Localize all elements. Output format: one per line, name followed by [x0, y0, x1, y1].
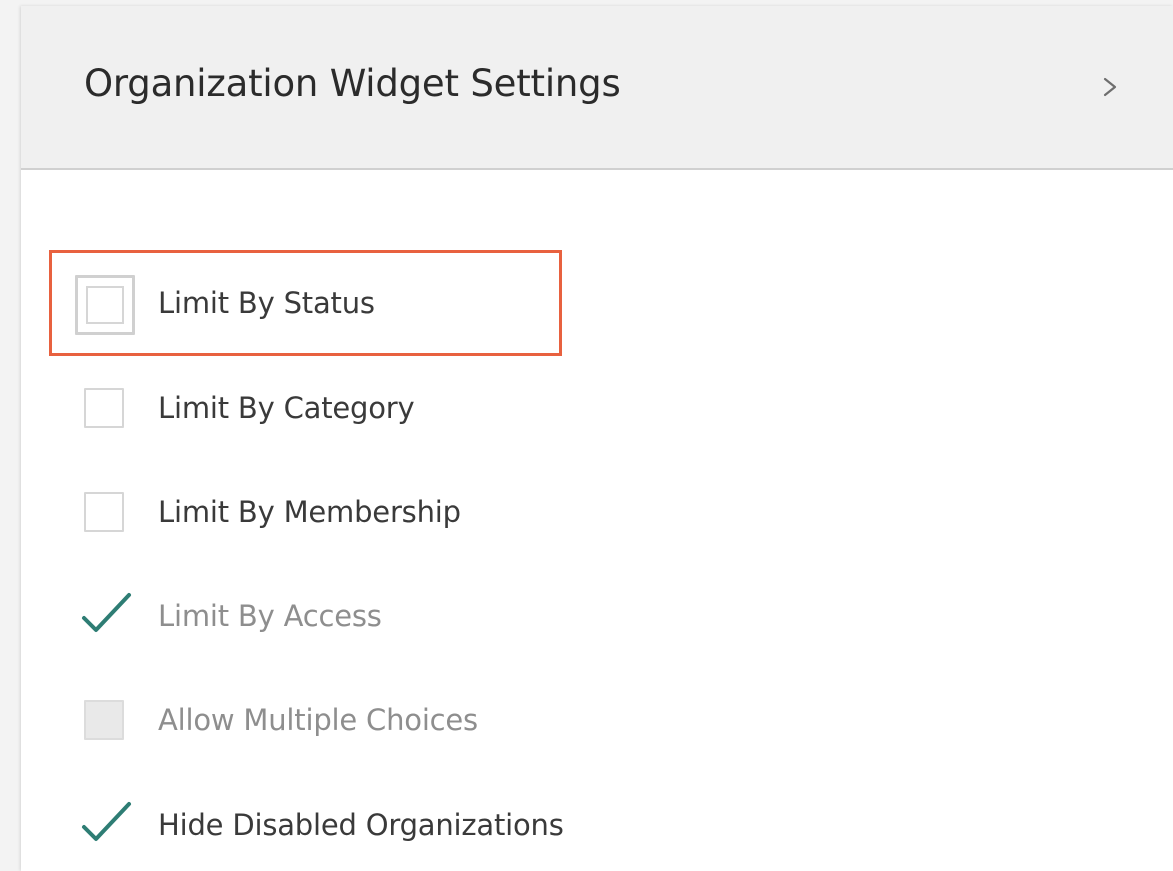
limit-by-category-checkbox[interactable]	[84, 388, 124, 428]
check-icon[interactable]	[81, 589, 133, 637]
option-limit-by-status[interactable]: Limit By Status	[21, 264, 721, 344]
limit-by-access-label: Limit By Access	[158, 599, 382, 633]
check-icon[interactable]	[81, 798, 133, 846]
limit-by-status-checkbox[interactable]	[75, 275, 135, 335]
limit-by-category-label: Limit By Category	[158, 391, 415, 425]
panel-header[interactable]: Organization Widget Settings	[21, 6, 1173, 170]
hide-disabled-organizations-label: Hide Disabled Organizations	[158, 808, 564, 842]
option-hide-disabled-organizations[interactable]: Hide Disabled Organizations	[21, 786, 721, 866]
chevron-right-icon[interactable]	[1098, 70, 1122, 104]
option-limit-by-category[interactable]: Limit By Category	[21, 369, 721, 449]
limit-by-membership-label: Limit By Membership	[158, 495, 461, 529]
panel-title: Organization Widget Settings	[84, 62, 621, 105]
settings-panel: Organization Widget Settings Limit By St…	[21, 6, 1173, 871]
option-allow-multiple-choices: Allow Multiple Choices	[21, 681, 721, 761]
option-limit-by-access[interactable]: Limit By Access	[21, 577, 721, 657]
option-limit-by-membership[interactable]: Limit By Membership	[21, 473, 721, 553]
limit-by-membership-checkbox[interactable]	[84, 492, 124, 532]
limit-by-status-label: Limit By Status	[158, 286, 375, 320]
allow-multiple-choices-checkbox	[84, 700, 124, 740]
allow-multiple-choices-label: Allow Multiple Choices	[158, 703, 478, 737]
